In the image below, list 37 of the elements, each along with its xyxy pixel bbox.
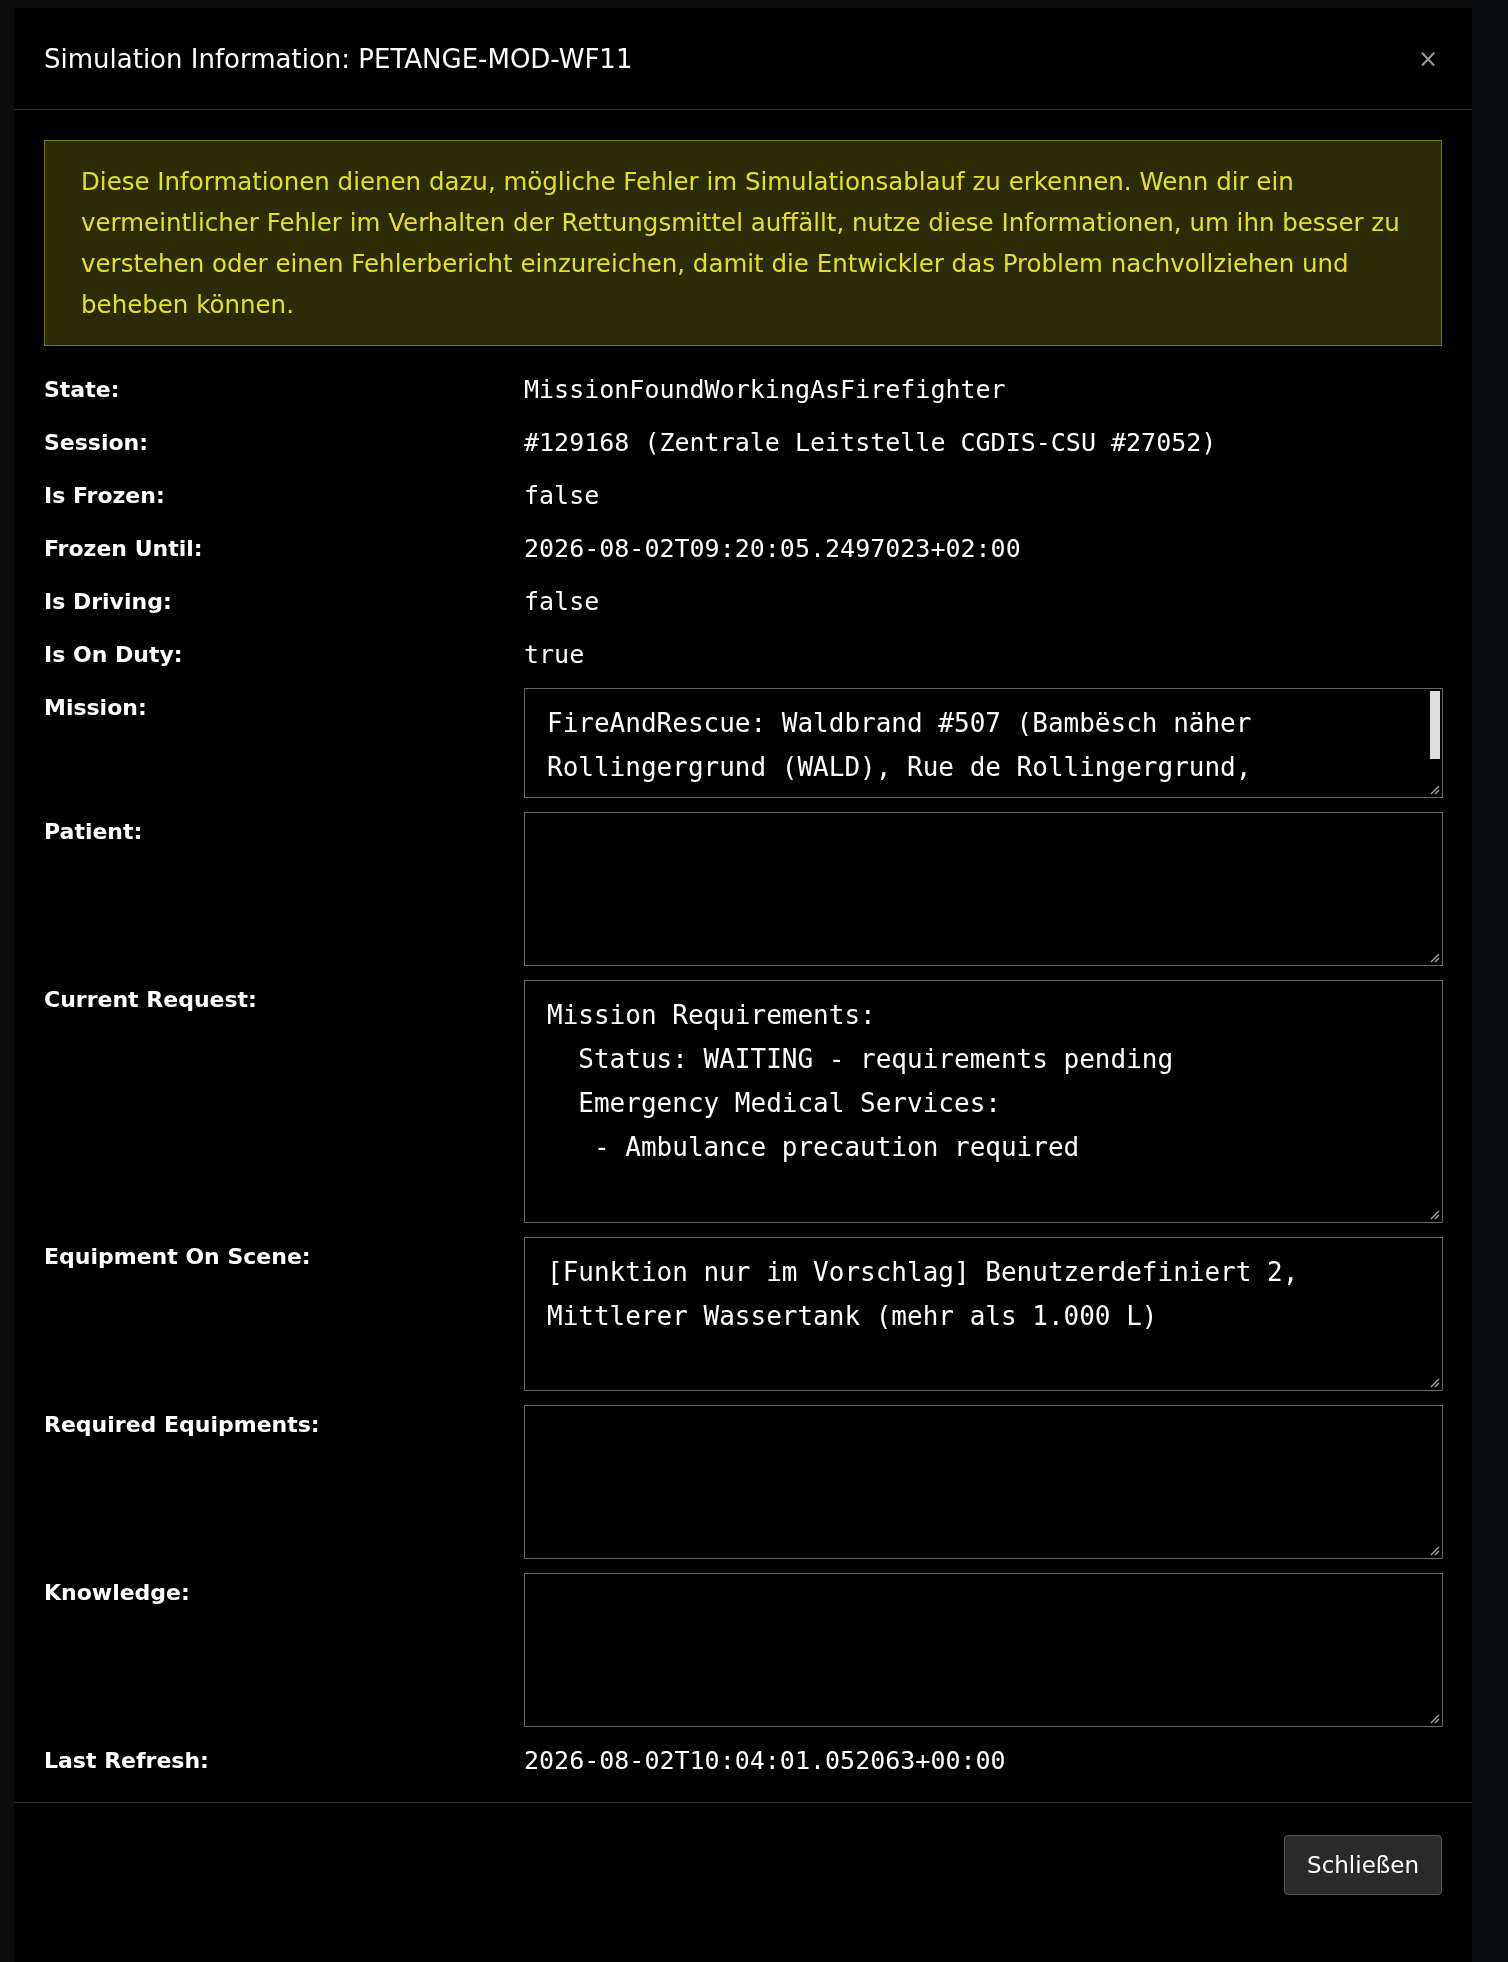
field-label: State:	[44, 376, 121, 404]
text-area-value: [Funktion nur im Vorschlag] Benutzerdefiniert 2, Mittlerer Wassertank (mehr als 1.000 L)	[547, 1256, 1299, 1333]
field-label: Current Request:	[44, 986, 258, 1014]
field-label: Is On Duty:	[44, 641, 184, 669]
field-value: MissionFoundWorkingAsFirefighter	[524, 374, 1007, 406]
field-label: Patient:	[44, 818, 144, 846]
resize-grip-icon[interactable]	[1428, 783, 1440, 795]
resize-grip-icon[interactable]	[1428, 1712, 1440, 1724]
scrollbar-thumb[interactable]	[1430, 691, 1440, 759]
info-alert: Diese Informationen dienen dazu, mögliche Fehler im Simulationsablauf zu erkennen. Wenn dir ein vermeintlicher Fehler im Verhalten der Rettungsmittel auffällt, nutze diese Informationen, um ihn besser zu verstehen oder einen Fehlerbericht einzureichen, damit die Entwickler das Problem nachvollziehen und beheben können.	[44, 140, 1442, 346]
field-label: Session:	[44, 429, 150, 457]
field-value: true	[524, 639, 586, 671]
resize-grip-icon[interactable]	[1428, 1544, 1440, 1556]
field-label: Mission:	[44, 694, 148, 722]
field-label: Knowledge:	[44, 1579, 191, 1607]
text-area-value: FireAndRescue: Waldbrand #507 (Bambësch näher Rollingergrund (WALD), Rue de Rollingergrund,	[547, 707, 1252, 784]
field-label: Is Frozen:	[44, 482, 166, 510]
field-label: Last Refresh:	[44, 1747, 210, 1775]
resize-grip-icon[interactable]	[1428, 1376, 1440, 1388]
field-value: false	[524, 480, 601, 512]
resize-grip-icon[interactable]	[1428, 951, 1440, 963]
resize-grip-icon[interactable]	[1428, 1208, 1440, 1220]
field-value: #129168 (Zentrale Leitstelle CGDIS-CSU #27052)	[524, 427, 1218, 459]
field-value: 2026-08-02T09:20:05.2497023+02:00	[524, 533, 1022, 565]
close-button[interactable]: ×	[1413, 44, 1442, 73]
text-area[interactable]: Mission Requirements: Status: WAITING - requirements pending Emergency Medical Services: - Ambulance precaution required	[524, 980, 1443, 1223]
field-label: Frozen Until:	[44, 535, 204, 563]
field-label: Equipment On Scene:	[44, 1243, 312, 1271]
text-area[interactable]: [Funktion nur im Vorschlag] Benutzerdefiniert 2, Mittlerer Wassertank (mehr als 1.000 L)	[524, 1237, 1443, 1391]
text-area[interactable]: FireAndRescue: Waldbrand #507 (Bambësch näher Rollingergrund (WALD), Rue de Rollingergrund,	[524, 688, 1443, 798]
dialog-title: Simulation Information: PETANGE-MOD-WF11	[44, 43, 633, 74]
field-label: Required Equipments:	[44, 1411, 321, 1439]
field-value: false	[524, 586, 601, 618]
field-label: Is Driving:	[44, 588, 173, 616]
close-dialog-button[interactable]: Schließen	[1284, 1835, 1442, 1895]
text-area-value: Mission Requirements: Status: WAITING - requirements pending Emergency Medical Services: - Ambulance precaution required	[547, 999, 1174, 1164]
field-value: 2026-08-02T10:04:01.052063+00:00	[524, 1745, 1007, 1777]
